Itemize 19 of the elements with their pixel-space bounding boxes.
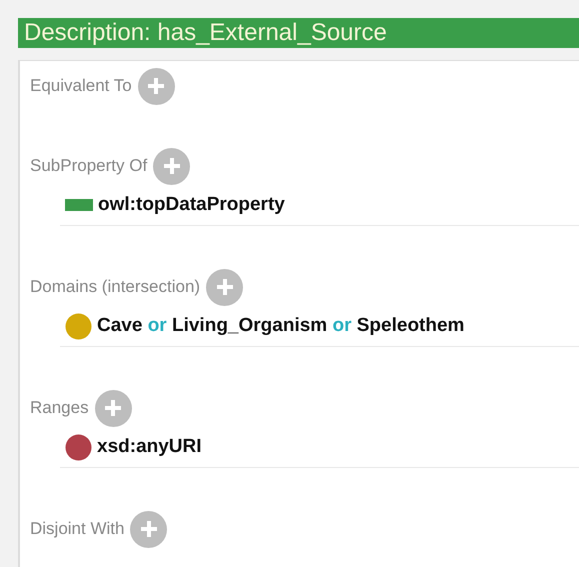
add-button[interactable]	[130, 510, 168, 548]
panel-title: Description: has_External_Source	[18, 18, 579, 48]
entity-expression[interactable]: xsd:anyURI	[97, 436, 202, 458]
add-button[interactable]	[153, 148, 190, 184]
section-label: Ranges	[30, 398, 89, 418]
plus-icon	[162, 156, 182, 176]
entity-expression[interactable]: owl:topDataProperty	[98, 194, 285, 216]
add-button[interactable]	[94, 390, 132, 426]
plus-icon	[103, 398, 124, 418]
add-button[interactable]	[138, 68, 175, 104]
section-label: Disjoint With	[30, 519, 124, 539]
section-label: Equivalent To	[30, 76, 132, 96]
plus-icon	[214, 277, 235, 297]
section-label: Domains (intersection)	[30, 277, 200, 297]
add-button[interactable]	[206, 268, 244, 306]
plus-icon	[138, 519, 159, 539]
section-label: SubProperty Of	[30, 156, 148, 176]
plus-icon	[146, 76, 166, 96]
entity-expression[interactable]: Cave or Living_Organism or Speleothem	[97, 315, 464, 337]
